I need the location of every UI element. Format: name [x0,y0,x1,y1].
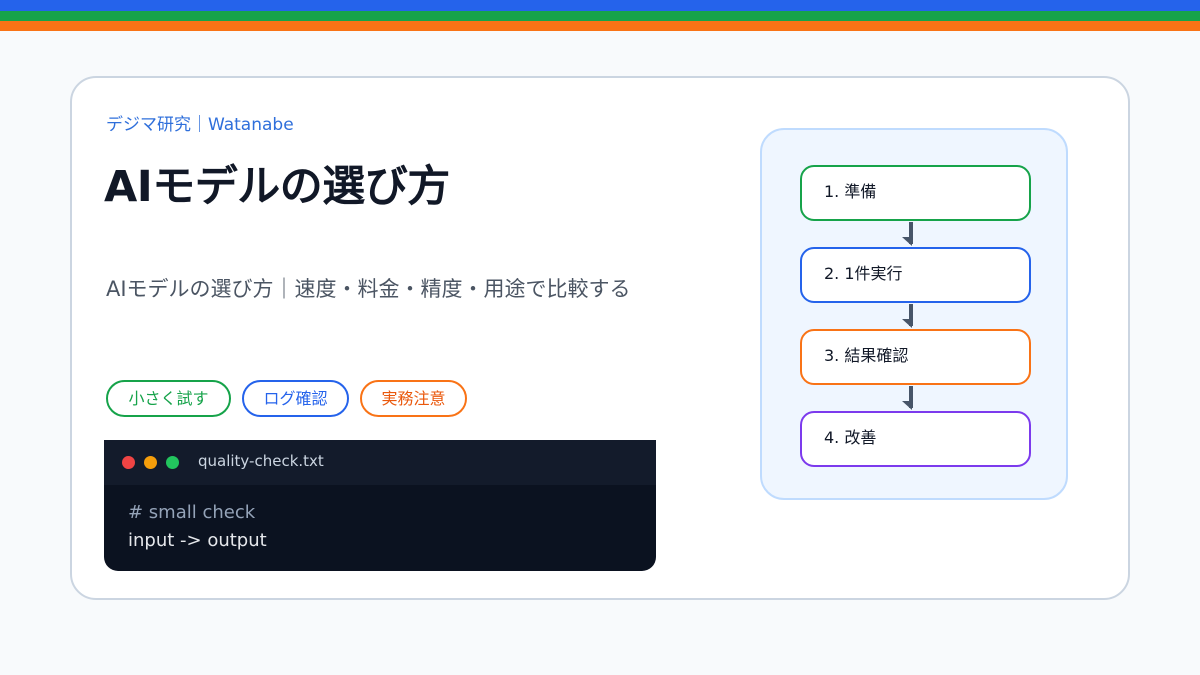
code-window: quality-check.txt # small check input ->… [104,440,656,571]
flow-step-run-one: 2. 1件実行 [800,247,1031,303]
brand-label: デジマ研究｜Watanabe [106,115,294,135]
flow-arrow-icon [902,386,913,410]
page-subtitle: AIモデルの選び方｜速度・料金・精度・用途で比較する [106,277,631,301]
top-stripe-blue [0,0,1200,11]
code-filename: quality-check.txt [198,452,324,470]
tag-try-small: 小さく試す [106,380,231,417]
top-stripe-green [0,11,1200,21]
tag-check-log: ログ確認 [242,380,349,417]
flow-step-check-result: 3. 結果確認 [800,329,1031,385]
window-close-dot-icon [122,456,135,469]
flow-arrow-icon [902,222,913,246]
flow-arrow-icon [902,304,913,328]
window-minimize-dot-icon [144,456,157,469]
flow-step-label: 4. 改善 [824,428,877,447]
code-comment: # small check [128,502,256,523]
flow-step-improve: 4. 改善 [800,411,1031,467]
flow-step-label: 3. 結果確認 [824,346,909,365]
code-line: input -> output [128,530,267,551]
flow-step-prepare: 1. 準備 [800,165,1031,221]
page-title: AIモデルの選び方 [104,162,450,212]
flow-step-label: 2. 1件実行 [824,264,903,283]
flow-step-label: 1. 準備 [824,182,877,201]
code-window-titlebar: quality-check.txt [104,440,656,485]
top-stripe-orange [0,21,1200,31]
window-maximize-dot-icon [166,456,179,469]
tag-practical-caution: 実務注意 [360,380,467,417]
